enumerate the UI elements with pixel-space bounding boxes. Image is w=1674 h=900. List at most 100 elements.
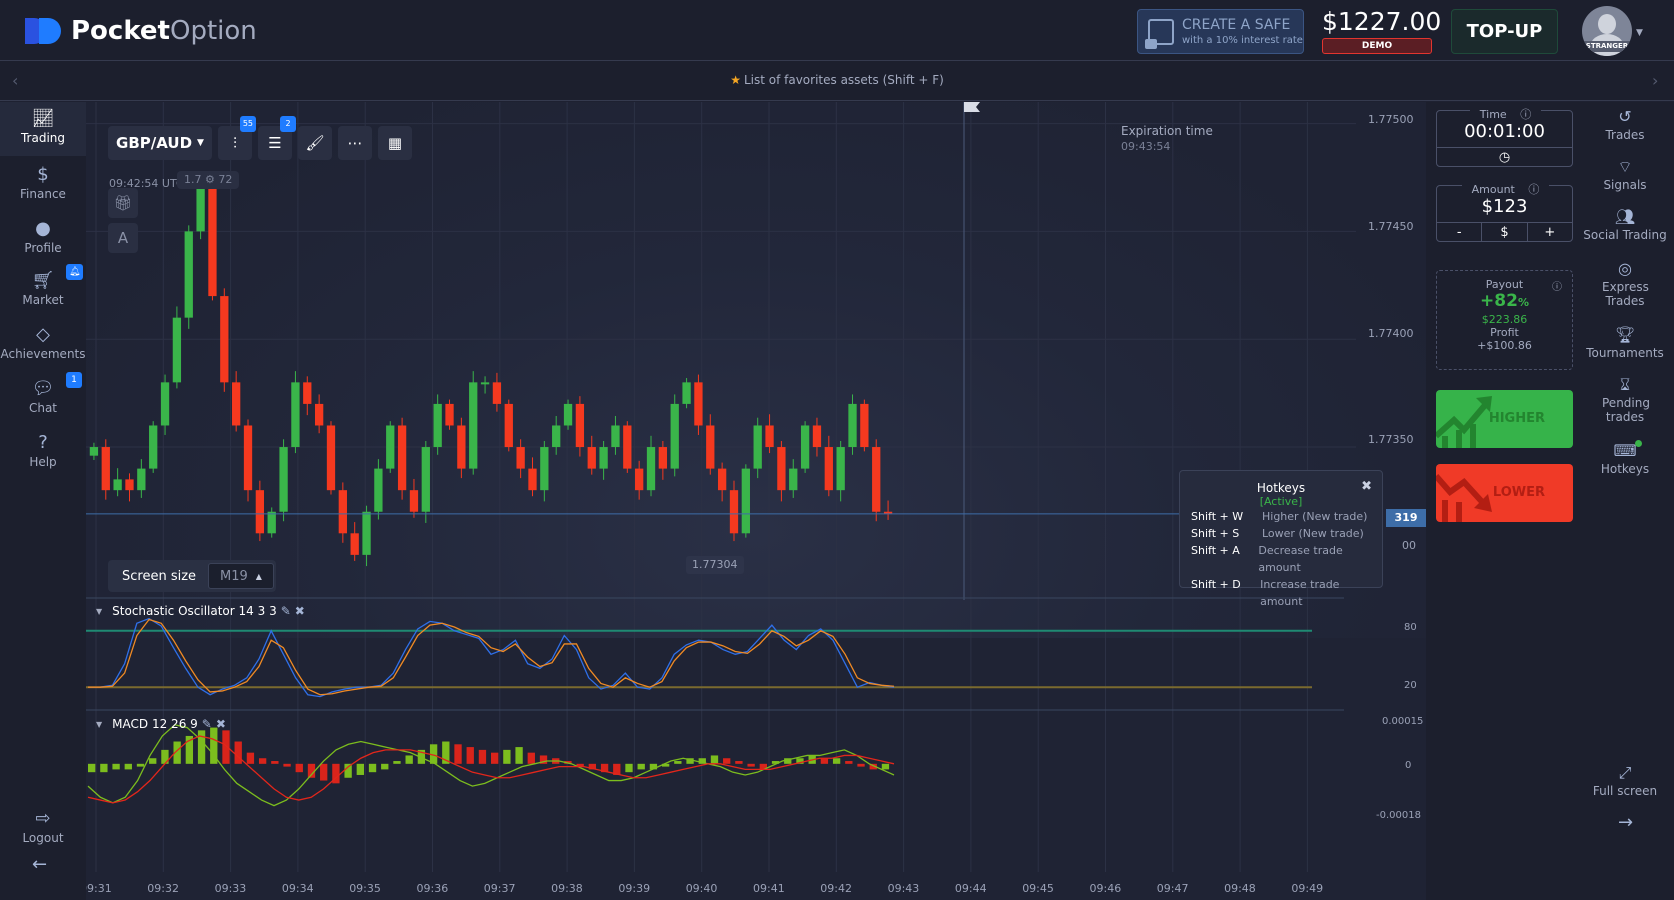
- stochastic-name: Stochastic Oscillator: [112, 604, 235, 618]
- close-icon[interactable]: ✖: [1361, 479, 1372, 494]
- fullscreen-button[interactable]: ⤢ Full screen: [1576, 762, 1674, 798]
- avatar[interactable]: STRANGER: [1582, 6, 1632, 56]
- candle-body: [753, 425, 762, 469]
- screen-size-select[interactable]: M19 ▲: [208, 563, 274, 589]
- time-tick: 09:39: [618, 882, 651, 895]
- rnav-label: Express Trades: [1602, 280, 1649, 308]
- increase-amount-button[interactable]: +: [1526, 223, 1572, 242]
- candle-body: [480, 382, 490, 385]
- macd-histogram-bar: [857, 763, 865, 767]
- rnav-pending-trades[interactable]: ⌛︎ Pending trades: [1576, 374, 1674, 424]
- layout-button[interactable]: ▦: [378, 126, 412, 160]
- sidebar-item-profile[interactable]: ● Profile: [0, 212, 86, 266]
- macd-axis-bottom: -0.00018: [1376, 810, 1421, 821]
- header: PocketOption CREATE A SAFE with a 10% in…: [0, 0, 1674, 61]
- create-safe-button[interactable]: CREATE A SAFE with a 10% interest rate: [1137, 9, 1304, 54]
- macd-histogram-bar: [197, 730, 206, 764]
- price-tick: 1.77450: [1368, 220, 1414, 233]
- currency-button[interactable]: $: [1481, 223, 1526, 242]
- sidebar-item-help[interactable]: ? Help: [0, 426, 86, 480]
- help-icon[interactable]: ⓘ: [1523, 183, 1545, 196]
- signal-icon: ⌔: [1617, 157, 1633, 176]
- rnav-trades[interactable]: ↺ Trades: [1576, 106, 1674, 142]
- help-icon[interactable]: ⓘ: [1552, 278, 1562, 293]
- text-tool-button[interactable]: A: [108, 223, 138, 253]
- logo[interactable]: PocketOption: [25, 16, 257, 46]
- candle-body: [872, 447, 881, 512]
- candle-body: [279, 447, 288, 512]
- favorites-text[interactable]: List of favorites assets (Shift + F): [744, 73, 944, 87]
- rnav-label: Tournaments: [1586, 346, 1664, 360]
- asset-selector[interactable]: GBP/AUD ▼: [108, 126, 212, 160]
- chart-settings-chip[interactable]: 1.7 ⚙ 72: [177, 171, 240, 189]
- collapse-caret-icon[interactable]: ▼: [96, 720, 102, 729]
- rnav-hotkeys[interactable]: ⌨ Hotkeys: [1576, 440, 1674, 476]
- help-icon[interactable]: ⓘ: [1515, 108, 1537, 121]
- sidebar-item-finance[interactable]: $ Finance: [0, 158, 86, 212]
- candle-body: [433, 403, 442, 448]
- candle-body: [552, 425, 561, 448]
- account-type-badge[interactable]: DEMO: [1322, 38, 1432, 54]
- expiration-time: 09:43:54: [1121, 140, 1171, 153]
- pencil-icon[interactable]: ✎: [202, 717, 212, 731]
- lower-button[interactable]: LOWER: [1436, 464, 1573, 522]
- time-tick: 09:49: [1291, 882, 1324, 895]
- balance-widget[interactable]: $1227.00 DEMO: [1322, 8, 1441, 54]
- candle-body: [386, 425, 395, 469]
- candle-body: [860, 403, 869, 448]
- gift-button[interactable]: 🎁︎: [108, 188, 138, 218]
- chart-area[interactable]: GBP/AUD ▼ ⫶ 55 ☰ 2 🖌︎ ⋯ ▦ 09:42:54 UTC+1 1.…: [86, 102, 1426, 900]
- candle-body: [421, 447, 430, 512]
- collapse-left-arrow-icon[interactable]: ←: [32, 854, 47, 875]
- rnav-signals[interactable]: ⌔ Signals: [1576, 156, 1674, 192]
- sidebar-item-market[interactable]: 🛒︎ Market 🔔︎: [0, 264, 86, 318]
- sidebar-item-trading[interactable]: 📈︎ Trading: [0, 102, 86, 156]
- candle-body: [824, 447, 833, 491]
- time-tick: 09:46: [1089, 882, 1122, 895]
- diamond-icon: ◇: [36, 324, 50, 345]
- collapse-caret-icon[interactable]: ▼: [96, 607, 102, 616]
- clock-icon[interactable]: ◷: [1437, 148, 1572, 167]
- hotkey-row: Shift + W Higher (New trade): [1191, 508, 1382, 525]
- gear-icon: ⚙: [205, 173, 215, 186]
- trend-down-icon: [1436, 474, 1492, 522]
- macd-histogram-bar: [478, 749, 487, 764]
- macd-histogram-bar: [747, 763, 755, 767]
- close-icon[interactable]: ✖: [216, 717, 226, 731]
- macd-params: 12 26 9: [151, 717, 198, 731]
- decrease-amount-button[interactable]: -: [1437, 223, 1481, 242]
- rnav-social-trading[interactable]: 👥︎ Social Trading: [1576, 206, 1674, 242]
- topup-button[interactable]: TOP-UP: [1451, 9, 1558, 54]
- close-icon[interactable]: ✖: [295, 604, 305, 618]
- amount-field[interactable]: Amount ⓘ $123 - $ +: [1436, 183, 1573, 242]
- hotkey-row: Shift + D Increase trade amount: [1191, 576, 1382, 610]
- logout-button[interactable]: ⇨ Logout: [0, 802, 86, 856]
- pencil-icon[interactable]: ✎: [281, 604, 291, 618]
- sidebar-item-achievements[interactable]: ◇ Achievements: [0, 318, 86, 372]
- history-icon: ↺: [1618, 107, 1632, 126]
- candle-body: [741, 468, 750, 534]
- indicators-button[interactable]: ☰ 2: [258, 116, 296, 160]
- sidebar-label: Trading: [20, 131, 66, 145]
- rnav-express-trades[interactable]: ◎ Express Trades: [1576, 258, 1674, 308]
- collapse-right-arrow-icon[interactable]: →: [1618, 812, 1633, 833]
- macd-histogram-bar: [344, 763, 352, 778]
- time-value[interactable]: 00:01:00: [1437, 121, 1572, 147]
- rnav-label: Pending trades: [1602, 396, 1650, 424]
- more-button[interactable]: ⋯: [338, 126, 372, 160]
- macd-histogram-bar: [466, 747, 474, 764]
- sidebar-item-chat[interactable]: 💬︎ Chat 1: [0, 372, 86, 426]
- rnav-tournaments[interactable]: 🏆︎ Tournaments: [1576, 324, 1674, 360]
- candle-body: [267, 511, 276, 534]
- chevron-right-icon[interactable]: ›: [1652, 71, 1658, 90]
- chevron-down-icon[interactable]: ▼: [1636, 28, 1643, 38]
- hotkey-key: Shift + W: [1191, 510, 1244, 523]
- star-icon: ★: [730, 73, 741, 87]
- higher-button[interactable]: HIGHER: [1436, 390, 1573, 448]
- candle-body: [160, 382, 170, 426]
- candle-body: [575, 403, 585, 448]
- amount-value[interactable]: $123: [1437, 196, 1572, 222]
- drawing-button[interactable]: 🖌︎: [298, 126, 332, 160]
- chart-type-button[interactable]: ⫶ 55: [218, 116, 256, 160]
- time-field[interactable]: Time ⓘ 00:01:00 ◷: [1436, 108, 1573, 167]
